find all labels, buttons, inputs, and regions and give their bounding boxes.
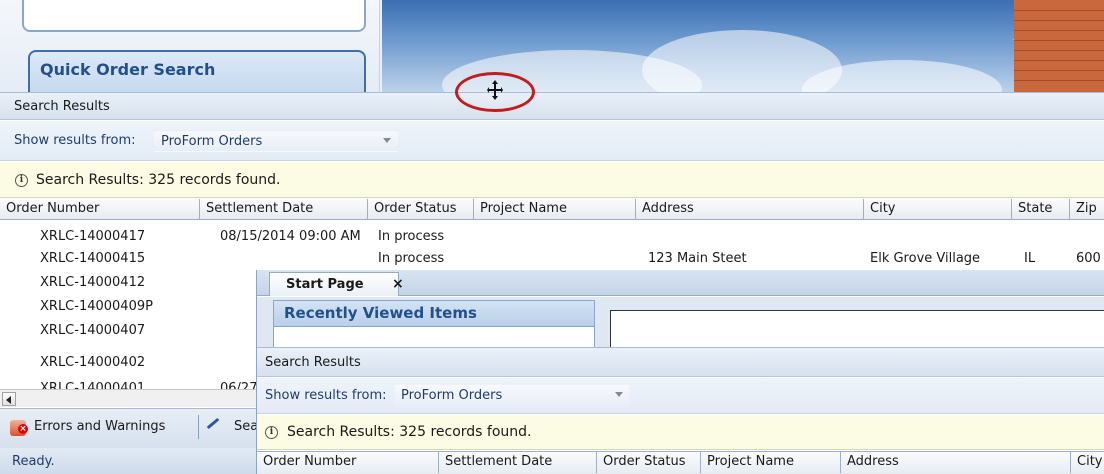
records-found-text: Search Results: 325 records found. xyxy=(287,424,532,440)
tab-start-page[interactable]: Start Page × xyxy=(269,272,404,296)
column-header-address[interactable]: Address xyxy=(841,452,1071,473)
results-source-select[interactable]: ProForm Orders xyxy=(395,385,629,407)
results-grid-header: Order Number Settlement Date Order Statu… xyxy=(257,451,1104,474)
info-icon: i xyxy=(265,426,278,439)
start-page-window: Start Page × Recently Viewed Items Searc… xyxy=(256,270,1104,474)
tab-search[interactable]: Sea xyxy=(206,417,256,445)
dropdown-arrow-icon[interactable] xyxy=(383,138,391,143)
column-header-city[interactable]: City xyxy=(864,199,1012,220)
app-banner: Quick Order Search xyxy=(0,0,1104,92)
results-filter-bar: Show results from: ProForm Orders xyxy=(0,121,1104,161)
address-cell: 123 Main Steet xyxy=(648,251,747,266)
state-cell: IL xyxy=(1024,251,1036,266)
order-status-cell: In process xyxy=(378,229,445,244)
horizontal-scrollbar[interactable] xyxy=(0,389,260,407)
column-header-city[interactable]: City xyxy=(1071,452,1104,473)
settlement-date-cell: 08/15/2014 09:00 AM xyxy=(220,229,361,244)
order-number-cell: XRLC-14000417 xyxy=(40,229,146,244)
status-bar: Ready. xyxy=(0,448,262,474)
order-number-cell: XRLC-14000402 xyxy=(40,355,146,370)
info-icon: i xyxy=(15,174,28,187)
filter-label: Show results from: xyxy=(14,133,136,148)
recently-viewed-panel: Recently Viewed Items xyxy=(273,300,595,347)
order-number-cell: XRLC-14000415 xyxy=(40,251,146,266)
results-source-select[interactable]: ProForm Orders xyxy=(154,130,398,152)
navigation-column: Quick Order Search xyxy=(0,0,380,92)
city-cell: Elk Grove Village xyxy=(870,251,981,266)
start-page-tab-label: Start Page xyxy=(286,277,364,292)
records-info-bar: i Search Results: 325 records found. xyxy=(257,415,1104,450)
column-header-address[interactable]: Address xyxy=(636,199,864,220)
filter-label: Show results from: xyxy=(265,388,387,403)
order-number-cell: XRLC-14000409P xyxy=(40,299,153,314)
order-number-cell: XRLC-14000412 xyxy=(40,275,146,290)
column-header-order-number[interactable]: Order Number xyxy=(257,452,439,473)
tab-search-label: Sea xyxy=(234,419,256,434)
zip-cell: 600 xyxy=(1076,251,1101,266)
quick-order-search-button[interactable]: Quick Order Search xyxy=(28,50,366,92)
records-info-bar: i Search Results: 325 records found. xyxy=(0,162,1104,198)
column-header-settlement-date[interactable]: Settlement Date xyxy=(200,199,368,220)
move-cursor-icon xyxy=(487,80,503,100)
results-source-value: ProForm Orders xyxy=(401,388,503,403)
order-number-cell: XRLC-14000401 xyxy=(40,381,146,389)
search-results-header: Search Results xyxy=(0,92,1104,120)
table-row[interactable]: XRLC-14000417 08/15/2014 09:00 AM In pro… xyxy=(0,225,1104,247)
start-page-content-box xyxy=(610,310,1104,347)
start-page-body: Recently Viewed Items xyxy=(257,297,1104,347)
bottom-tab-strip: Errors and Warnings Sea xyxy=(0,408,262,448)
column-header-order-status[interactable]: Order Status xyxy=(368,199,474,220)
close-icon[interactable]: × xyxy=(392,276,404,292)
search-pen-icon xyxy=(206,417,220,430)
column-header-order-status[interactable]: Order Status xyxy=(597,452,701,473)
house-image xyxy=(1014,0,1104,92)
tab-divider xyxy=(198,415,199,439)
column-header-zip[interactable]: Zip xyxy=(1070,199,1104,220)
order-number-cell: XRLC-14000407 xyxy=(40,323,146,338)
tab-errors-label: Errors and Warnings xyxy=(34,419,166,434)
dropdown-arrow-icon[interactable] xyxy=(615,392,623,397)
column-header-state[interactable]: State xyxy=(1012,199,1070,220)
search-results-header: Search Results xyxy=(257,347,1104,377)
column-header-order-number[interactable]: Order Number xyxy=(0,199,200,220)
column-header-project-name[interactable]: Project Name xyxy=(701,452,841,473)
scroll-left-icon[interactable] xyxy=(2,392,16,406)
records-found-text: Search Results: 325 records found. xyxy=(36,172,281,188)
recently-viewed-title: Recently Viewed Items xyxy=(274,301,594,327)
results-grid-header: Order Number Settlement Date Order Statu… xyxy=(0,199,1104,220)
results-source-value: ProForm Orders xyxy=(161,134,263,149)
document-tab-bar: Start Page × xyxy=(257,270,1104,296)
column-header-project-name[interactable]: Project Name xyxy=(474,199,636,220)
column-header-settlement-date[interactable]: Settlement Date xyxy=(439,452,597,473)
nav-button-partial[interactable] xyxy=(22,0,366,32)
tab-errors-and-warnings[interactable]: Errors and Warnings xyxy=(10,417,198,445)
order-status-cell: In process xyxy=(378,251,445,266)
table-row[interactable]: XRLC-14000415 In process 123 Main Steet … xyxy=(0,247,1104,269)
errors-warnings-icon xyxy=(10,420,28,436)
results-filter-bar: Show results from: ProForm Orders xyxy=(257,378,1104,414)
